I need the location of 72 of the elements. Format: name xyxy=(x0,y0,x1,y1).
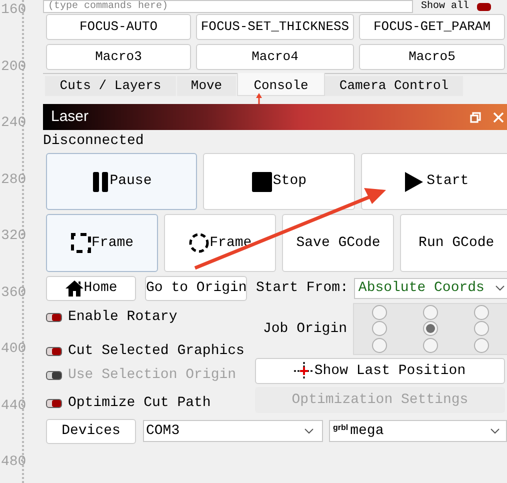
close-icon[interactable] xyxy=(493,112,504,122)
crosshair-icon xyxy=(294,362,314,380)
job-control-button[interactable]: Start xyxy=(360,153,507,210)
gcode-button[interactable]: Save GCode xyxy=(282,214,394,272)
devices-button[interactable]: Devices xyxy=(46,418,136,444)
option-label: Enable Rotary xyxy=(68,308,178,326)
show-all-toggle[interactable] xyxy=(477,2,492,10)
origin-radio[interactable] xyxy=(474,338,490,354)
ruler-label: 320 xyxy=(1,229,26,243)
ruler-label: 360 xyxy=(1,286,26,300)
macro-button[interactable]: FOCUS-SET_THICKNESS xyxy=(196,14,354,40)
start-from-label: Start From: xyxy=(256,278,348,298)
port-dropdown[interactable]: COM3 xyxy=(143,420,323,442)
macro-button[interactable]: Macro3 xyxy=(46,44,191,70)
connection-status: Disconnected xyxy=(43,132,145,151)
origin-radio[interactable] xyxy=(372,304,388,320)
ruler-label: 240 xyxy=(1,116,26,130)
restore-icon[interactable] xyxy=(470,112,482,122)
job-control-button[interactable]: Stop xyxy=(203,153,355,210)
home-icon xyxy=(64,280,84,296)
tab[interactable]: Cuts / Layers xyxy=(45,76,176,96)
tab[interactable]: Move xyxy=(177,76,236,96)
dashed-circle-icon xyxy=(188,233,209,253)
grbl-logo: grbl xyxy=(333,424,348,432)
macro-button[interactable]: FOCUS-GET_PARAM xyxy=(359,14,505,40)
ruler-label: 160 xyxy=(1,3,26,17)
chevron-down-icon xyxy=(495,285,506,291)
dropdown-value: mega xyxy=(350,422,384,440)
toggle-switch[interactable] xyxy=(46,312,62,322)
panel-title: Laser xyxy=(51,106,90,127)
toggle-switch[interactable] xyxy=(46,398,62,408)
ruler-label: 440 xyxy=(1,398,26,412)
origin-radio[interactable] xyxy=(474,321,490,336)
job-control-button[interactable]: Pause xyxy=(46,153,198,210)
go-to-origin-button[interactable]: Go to Origin xyxy=(145,276,247,300)
play-icon xyxy=(404,172,423,192)
annotation-arrow xyxy=(256,93,262,104)
dashed-square-icon xyxy=(70,233,91,253)
ruler-label: 200 xyxy=(1,60,26,74)
origin-radio[interactable] xyxy=(423,321,438,336)
gcode-button[interactable]: Run GCode xyxy=(400,214,507,272)
home-button[interactable]: Home xyxy=(46,276,136,300)
dropdown-value: COM3 xyxy=(146,422,180,440)
stop-icon xyxy=(252,172,272,192)
macro-button[interactable]: FOCUS-AUTO xyxy=(46,14,191,40)
option-label: Use Selection Origin xyxy=(68,366,236,384)
tab[interactable]: Camera Control xyxy=(325,76,463,96)
option-label: Cut Selected Graphics xyxy=(68,342,244,360)
chevron-down-icon xyxy=(304,428,314,434)
job-origin-label: Job Origin xyxy=(263,320,348,338)
dropdown-value: Absolute Coords xyxy=(358,278,484,298)
start-from-dropdown[interactable]: Absolute Coords xyxy=(354,278,507,298)
origin-radio[interactable] xyxy=(423,304,438,320)
toggle-switch[interactable] xyxy=(46,346,62,356)
show-all-label: Show all xyxy=(421,2,470,12)
frame-button[interactable]: Frame xyxy=(164,214,276,272)
ruler-label: 280 xyxy=(1,172,26,186)
pause-icon xyxy=(92,172,109,192)
command-input-field[interactable]: (type commands here) xyxy=(43,0,413,13)
show-last-position-button[interactable]: Show Last Position xyxy=(255,358,505,384)
ruler-label: 480 xyxy=(1,455,26,469)
ruler-label: 400 xyxy=(1,342,26,356)
macro-button[interactable]: Macro4 xyxy=(196,44,354,70)
origin-radio[interactable] xyxy=(372,321,388,336)
tab[interactable]: Console xyxy=(237,73,325,96)
origin-radio[interactable] xyxy=(372,338,388,354)
chevron-down-icon xyxy=(490,428,500,434)
macro-button[interactable]: Macro5 xyxy=(359,44,505,70)
origin-radio[interactable] xyxy=(474,304,490,320)
frame-button[interactable]: Frame xyxy=(46,214,158,272)
origin-radio[interactable] xyxy=(423,338,438,354)
option-label: Optimize Cut Path xyxy=(68,394,211,412)
